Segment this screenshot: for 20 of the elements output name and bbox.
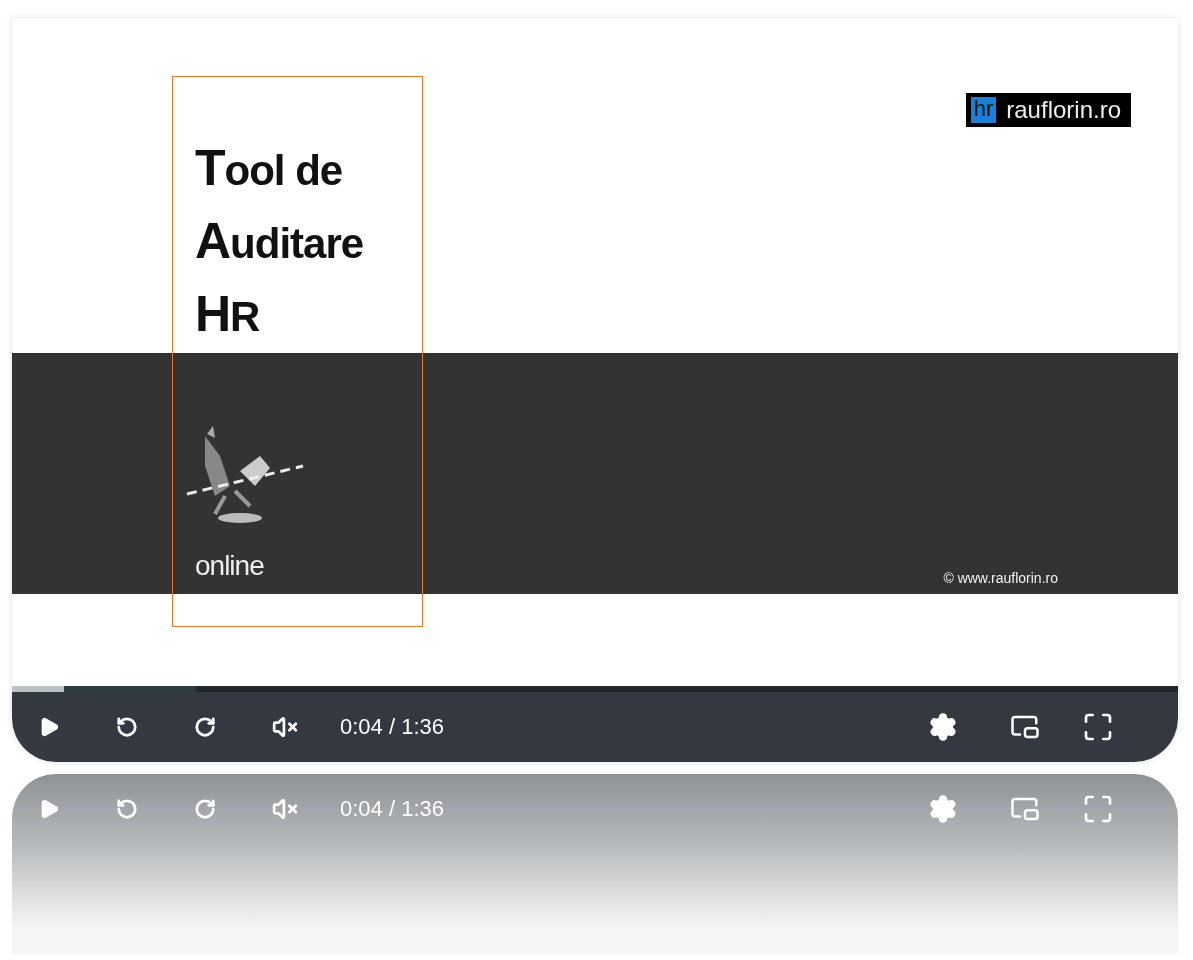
forward-icon bbox=[194, 798, 216, 820]
copyright-text: © www.rauflorin.ro bbox=[943, 570, 1058, 586]
slide-subtitle: online bbox=[195, 550, 265, 582]
slide-title-line: Tool de bbox=[195, 139, 344, 198]
logo-text: rauflorin.ro bbox=[1006, 96, 1121, 124]
muted-speaker-icon bbox=[272, 796, 298, 822]
settings-icon bbox=[928, 794, 958, 824]
settings-icon bbox=[928, 712, 958, 742]
rewind-icon bbox=[116, 716, 138, 738]
forward-icon bbox=[194, 716, 216, 738]
reflected-time-text: 0:04 / 1:36 bbox=[340, 796, 445, 822]
progress-track[interactable] bbox=[12, 686, 1178, 692]
slide-title-line: Auditare bbox=[195, 212, 365, 271]
fullscreen-icon bbox=[1082, 793, 1114, 825]
rewind-icon bbox=[116, 798, 138, 820]
logo-badge: hr bbox=[970, 97, 997, 123]
fullscreen-icon bbox=[1082, 711, 1114, 743]
time-display: 0:04 / 1:36 bbox=[340, 714, 445, 740]
muted-speaker-icon bbox=[272, 714, 298, 740]
slide-title-line: HR bbox=[195, 285, 261, 344]
